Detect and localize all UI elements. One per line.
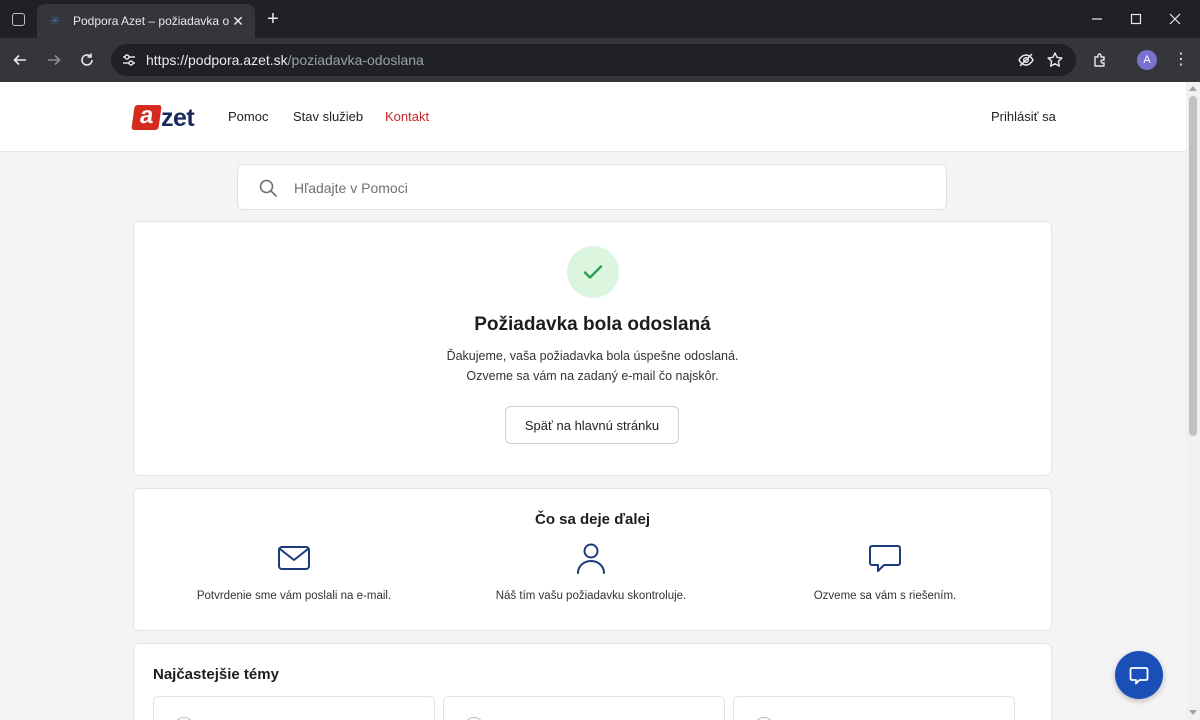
chat-icon — [1129, 667, 1149, 685]
browser-tab[interactable]: ✳ Podpora Azet – požiadavka odoslaná ✕ — [37, 4, 255, 38]
next-step-reply-text: Ozveme sa vám s riešením. — [813, 590, 957, 602]
scrollbar-thumb[interactable] — [1189, 96, 1197, 436]
scroll-up-arrow-icon[interactable] — [1189, 86, 1197, 91]
help-search — [237, 164, 947, 210]
search-icon — [259, 179, 277, 197]
confirmation-title: Požiadavka bola odoslaná — [474, 314, 711, 335]
extensions-puzzle-icon[interactable] — [1091, 50, 1111, 70]
tab-title: Podpora Azet – požiadavka odoslaná — [73, 14, 229, 28]
next-step-email: Potvrdenie sme vám poslali na e-mail. — [144, 541, 444, 602]
nav-link-kontakt[interactable]: Kontakt — [385, 109, 429, 124]
logo-wordmark: zet — [161, 104, 195, 132]
site-favicon-icon: ✳ — [49, 13, 61, 28]
page-viewport: a zet Pomoc Stav služieb Kontakt Prihlás… — [0, 82, 1186, 720]
confirmation-message-line-2: Ozveme sa vám na zadaný e-mail čo najskô… — [466, 369, 719, 383]
scroll-down-arrow-icon[interactable] — [1189, 710, 1197, 715]
back-arrow-icon[interactable] — [6, 46, 34, 74]
next-step-reply: Ozveme sa vám s riešením. — [735, 541, 1035, 602]
url-host: https://podpora.azet.sk — [146, 52, 288, 68]
azet-logo[interactable]: a zet — [131, 102, 195, 132]
back-to-home-button[interactable]: Späť na hlavnú stránku — [505, 406, 679, 444]
checkmark-icon — [583, 265, 603, 279]
address-url[interactable]: https://podpora.azet.sk/poziadavka-odosl… — [146, 52, 424, 68]
browser-menu-icon[interactable]: ⋮ — [1173, 50, 1189, 70]
next-step-email-text: Potvrdenie sme vám poslali na e-mail. — [196, 590, 392, 602]
tab-search-icon[interactable] — [6, 7, 30, 31]
next-steps-title: Čo sa deje ďalej — [535, 511, 650, 528]
search-input[interactable] — [294, 177, 894, 199]
chat-bubble-icon — [869, 545, 901, 572]
popular-topics-title: Najčastejšie témy — [153, 666, 279, 683]
forward-arrow-icon[interactable] — [40, 46, 68, 74]
topic-tile[interactable] — [443, 696, 725, 720]
site-header: a zet Pomoc Stav služieb Kontakt Prihlás… — [0, 82, 1186, 152]
success-badge — [567, 246, 619, 298]
next-step-review: Náš tím vašu požiadavku skontroluje. — [441, 541, 741, 602]
nav-link-pomoc[interactable]: Pomoc — [228, 109, 268, 124]
topic-tile[interactable] — [153, 696, 435, 720]
confirmation-card: Požiadavka bola odoslaná Ďakujeme, vaša … — [133, 221, 1052, 476]
login-link[interactable]: Prihlásiť sa — [991, 109, 1056, 124]
chat-support-button[interactable] — [1115, 651, 1163, 699]
eye-off-icon[interactable] — [1016, 50, 1036, 70]
popular-topics-card: Najčastejšie témy — [133, 643, 1052, 720]
tab-close-icon[interactable]: ✕ — [229, 12, 247, 30]
page-scrollbar[interactable] — [1186, 82, 1200, 720]
site-settings-icon[interactable] — [121, 52, 137, 68]
topic-tile[interactable] — [733, 696, 1015, 720]
confirmation-message-line-1: Ďakujeme, vaša požiadavka bola úspešne o… — [446, 349, 739, 363]
window-close-icon[interactable] — [1152, 0, 1198, 38]
url-path: /poziadavka-odoslana — [287, 52, 424, 68]
next-step-review-text: Náš tím vašu požiadavku skontroluje. — [495, 590, 687, 602]
new-tab-icon[interactable]: + — [262, 8, 284, 30]
profile-avatar[interactable]: A — [1137, 50, 1157, 70]
browser-tab-bar: ✳ Podpora Azet – požiadavka odoslaná ✕ + — [0, 0, 1200, 38]
envelope-icon — [278, 546, 310, 570]
logo-mark: a — [131, 102, 162, 130]
bookmark-star-icon[interactable] — [1045, 50, 1065, 70]
person-icon — [577, 543, 605, 574]
next-steps-card: Čo sa deje ďalej Potvrdenie sme vám posl… — [133, 488, 1052, 631]
reload-icon[interactable] — [73, 46, 101, 74]
nav-link-stav-sluzieb[interactable]: Stav služieb — [293, 109, 363, 124]
